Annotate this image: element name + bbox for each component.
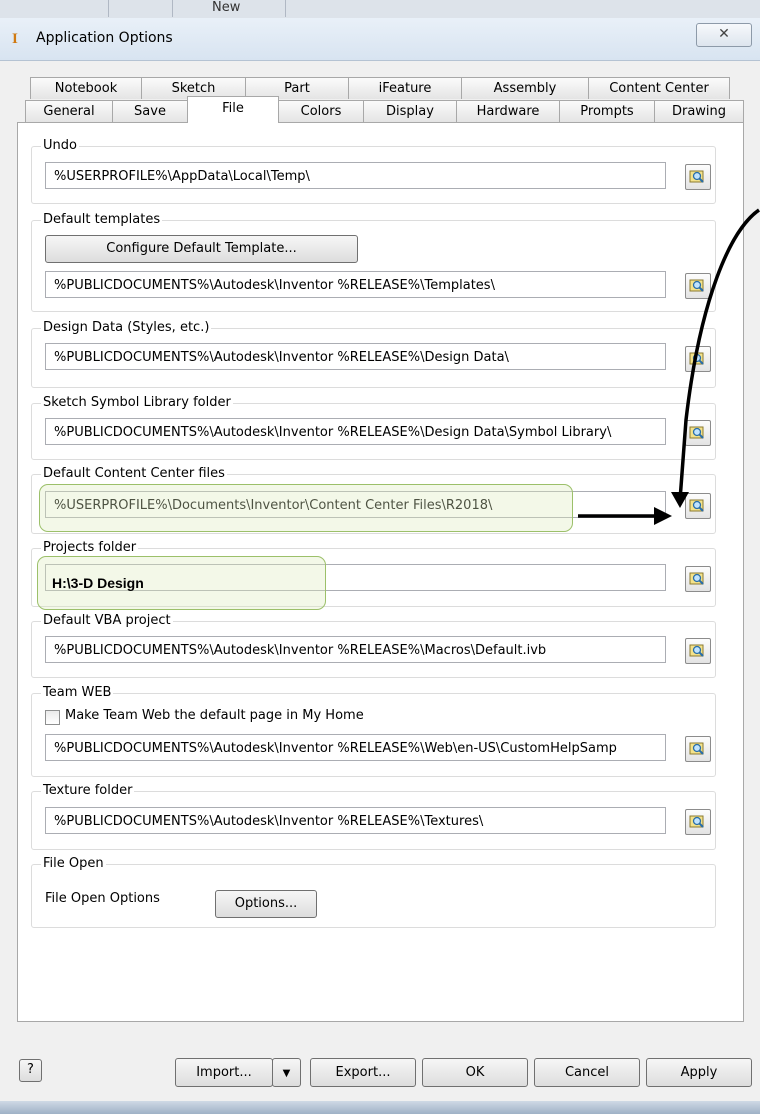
apply-button[interactable]: Apply: [646, 1058, 752, 1087]
help-button[interactable]: ?: [19, 1059, 42, 1082]
cancel-button[interactable]: Cancel: [534, 1058, 640, 1087]
annotation-arrows: [578, 208, 760, 525]
export-button[interactable]: Export...: [310, 1058, 416, 1087]
curved-arrowhead: [671, 492, 689, 508]
tab-file[interactable]: File: [187, 96, 279, 123]
import-button[interactable]: Import...: [175, 1058, 273, 1087]
window-bottom-edge: [0, 1101, 760, 1114]
straight-arrowhead: [654, 507, 672, 525]
ok-button[interactable]: OK: [422, 1058, 528, 1087]
chevron-down-icon: ▼: [282, 1068, 291, 1079]
curved-annotation-arrow: [678, 208, 760, 501]
import-dropdown-button[interactable]: ▼: [272, 1058, 301, 1087]
